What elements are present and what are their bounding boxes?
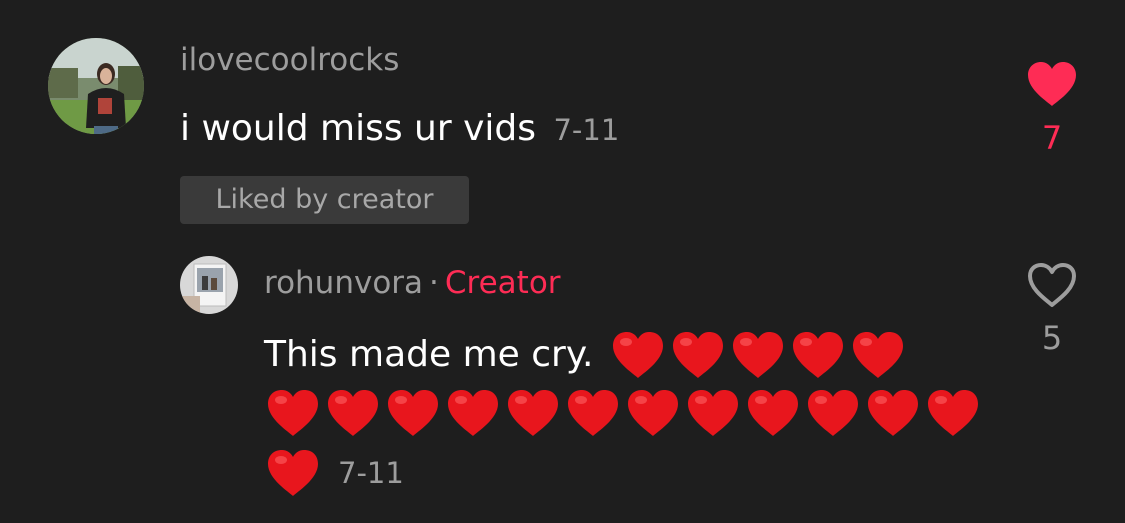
heart-outline-icon[interactable]: [1026, 261, 1078, 309]
red-heart-emoji: [671, 330, 725, 380]
reply-username[interactable]: rohunvora: [264, 265, 423, 301]
red-heart-emoji: [626, 388, 680, 438]
reply-text: This made me cry.: [264, 334, 594, 375]
red-heart-emoji: [746, 388, 800, 438]
red-heart-emoji: [686, 388, 740, 438]
red-heart-emoji: [386, 388, 440, 438]
heart-filled-icon[interactable]: [1026, 60, 1078, 108]
red-heart-emoji: [446, 388, 500, 438]
commenter-username[interactable]: ilovecoolrocks: [180, 45, 399, 76]
reply-body-line: 7-11: [266, 448, 404, 504]
reply-body-line: [266, 388, 986, 444]
commenter-avatar[interactable]: [48, 38, 144, 134]
reply-body-line: This made me cry.: [264, 330, 911, 386]
reply-header: rohunvora · Creator: [264, 268, 561, 299]
red-heart-emoji: [731, 330, 785, 380]
separator-dot: ·: [429, 265, 439, 301]
creator-avatar[interactable]: [180, 256, 238, 314]
red-heart-emoji: [926, 388, 980, 438]
red-heart-emoji: [851, 330, 905, 380]
red-heart-emoji: [266, 388, 320, 438]
red-heart-emoji: [506, 388, 560, 438]
red-heart-emoji: [866, 388, 920, 438]
red-heart-emoji: [326, 388, 380, 438]
creator-label: Creator: [444, 265, 561, 301]
comment-like-count: 7: [1041, 119, 1063, 157]
liked-by-creator-badge: Liked by creator: [180, 176, 469, 224]
reply-like-count: 5: [1041, 319, 1063, 357]
red-heart-emoji: [806, 388, 860, 438]
red-heart-emoji: [611, 330, 665, 380]
red-heart-emoji: [266, 448, 320, 498]
red-heart-emoji: [791, 330, 845, 380]
comment-body: i would miss ur vids 7-11: [180, 111, 619, 147]
red-heart-emoji: [566, 388, 620, 438]
reply-timestamp: 7-11: [338, 456, 404, 490]
comment-timestamp: 7-11: [553, 113, 620, 147]
comment-text: i would miss ur vids: [180, 108, 537, 149]
